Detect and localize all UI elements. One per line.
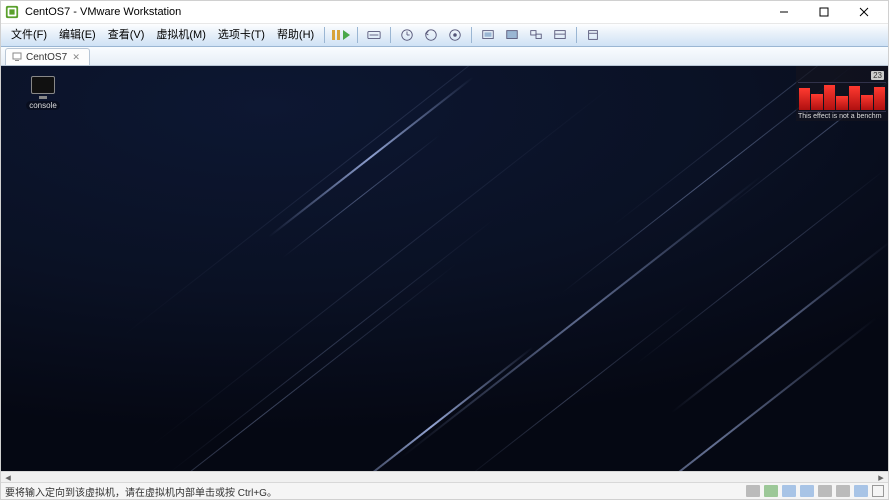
screen-fit-icon [481, 28, 495, 42]
tabbar: CentOS7 ✕ [1, 47, 888, 66]
menu-edit[interactable]: 编辑(E) [53, 24, 102, 46]
app-window: CentOS7 - VMware Workstation 文件(F) 编辑(E)… [0, 0, 889, 500]
pause-icon [332, 30, 340, 40]
perf-bars [798, 82, 886, 112]
tab-centos7[interactable]: CentOS7 ✕ [5, 48, 90, 65]
separator [357, 27, 358, 43]
device-display-icon[interactable] [854, 485, 868, 497]
scroll-right-button[interactable]: ▸ [874, 472, 888, 482]
multi-window-icon [529, 28, 543, 42]
menu-tabs[interactable]: 选项卡(T) [212, 24, 271, 46]
menubar: 文件(F) 编辑(E) 查看(V) 虚拟机(M) 选项卡(T) 帮助(H) [1, 24, 888, 47]
library-button[interactable] [582, 26, 604, 44]
menu-file[interactable]: 文件(F) [5, 24, 53, 46]
menu-help[interactable]: 帮助(H) [271, 24, 320, 46]
monitor-icon [31, 76, 55, 94]
clock-manage-icon [448, 28, 462, 42]
separator [471, 27, 472, 43]
horizontal-scrollbar[interactable]: ◂ ▸ [1, 471, 888, 482]
app-icon [5, 5, 19, 19]
guest-desktop-icon[interactable]: console [21, 76, 65, 110]
device-usb-icon[interactable] [800, 485, 814, 497]
minimize-button[interactable] [764, 1, 804, 23]
device-sound-icon[interactable] [818, 485, 832, 497]
separator [324, 27, 325, 43]
guest-wallpaper [1, 66, 888, 471]
device-network-icon[interactable] [782, 485, 796, 497]
library-icon [586, 28, 600, 42]
close-button[interactable] [844, 1, 884, 23]
statusbar: 要将输入定向到该虚拟机，请在虚拟机内部单击或按 Ctrl+G。 [1, 482, 888, 499]
clock-back-icon [424, 28, 438, 42]
play-icon [343, 30, 350, 40]
clock-icon [400, 28, 414, 42]
scroll-left-button[interactable]: ◂ [1, 472, 15, 482]
fullscreen-button[interactable] [501, 26, 523, 44]
device-cdrom-icon[interactable] [764, 485, 778, 497]
titlebar: CentOS7 - VMware Workstation [1, 1, 888, 24]
fit-guest-button[interactable] [477, 26, 499, 44]
snapshot-manager-button[interactable] [444, 26, 466, 44]
vm-icon [12, 52, 22, 62]
maximize-button[interactable] [804, 1, 844, 23]
input-grabbed-indicator [872, 485, 884, 497]
snapshot-take-button[interactable] [396, 26, 418, 44]
vm-display[interactable]: console 23 This effect is not a benchm [1, 66, 888, 471]
tab-close-button[interactable]: ✕ [71, 52, 81, 62]
stretch-icon [553, 28, 567, 42]
tab-label: CentOS7 [26, 52, 67, 63]
window-title: CentOS7 - VMware Workstation [25, 6, 181, 18]
desktop-icon-label: console [26, 101, 60, 110]
snapshot-revert-button[interactable] [420, 26, 442, 44]
suspend-resume-button[interactable] [330, 26, 352, 44]
device-harddisk-icon[interactable] [746, 485, 760, 497]
device-printer-icon[interactable] [836, 485, 850, 497]
separator [576, 27, 577, 43]
menu-vm[interactable]: 虚拟机(M) [150, 24, 212, 46]
performance-overlay: 23 This effect is not a benchm [796, 66, 888, 121]
scroll-track[interactable] [15, 472, 874, 482]
device-status-icons [746, 485, 884, 497]
send-ctrl-alt-del-button[interactable] [363, 26, 385, 44]
fullscreen-icon [505, 28, 519, 42]
menu-view[interactable]: 查看(V) [102, 24, 151, 46]
perf-number: 23 [871, 71, 884, 80]
unity-button[interactable] [525, 26, 547, 44]
perf-message: This effect is not a benchm [798, 112, 886, 120]
stretch-button[interactable] [549, 26, 571, 44]
keyboard-send-icon [367, 28, 381, 42]
status-message: 要将输入定向到该虚拟机，请在虚拟机内部单击或按 Ctrl+G。 [5, 484, 277, 499]
separator [390, 27, 391, 43]
